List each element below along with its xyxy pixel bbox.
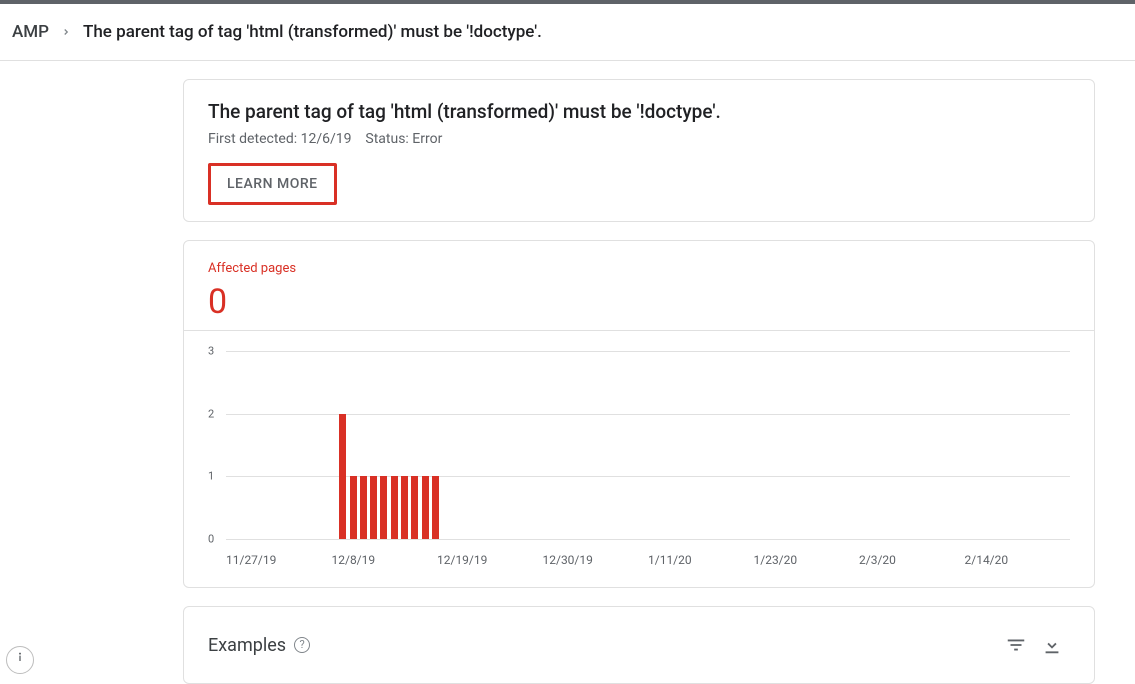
affected-pages-card: Affected pages 0 0123 11/27/1912/8/1912/…	[183, 240, 1095, 588]
breadcrumb: AMP The parent tag of tag 'html (transfo…	[0, 4, 1135, 61]
bar	[432, 476, 439, 539]
breadcrumb-title: The parent tag of tag 'html (transformed…	[83, 22, 542, 42]
breadcrumb-root[interactable]: AMP	[12, 22, 49, 42]
filter-button[interactable]	[998, 627, 1034, 663]
download-button[interactable]	[1034, 627, 1070, 663]
grid-line	[226, 539, 1070, 540]
x-tick: 1/11/20	[648, 553, 754, 567]
y-tick: 3	[208, 345, 214, 358]
bar	[380, 476, 387, 539]
bar	[360, 476, 367, 539]
bar	[339, 414, 346, 539]
y-tick: 2	[208, 407, 214, 420]
y-tick: 1	[208, 470, 214, 483]
examples-title: Examples	[208, 635, 286, 656]
bar-chart: 0123	[208, 351, 1070, 539]
affected-count: 0	[208, 282, 1070, 322]
chart-wrap: 0 1 2 3 11/27/1912/8/1912/19/1912/30/191/11…	[184, 330, 1094, 587]
affected-section: Affected pages 0	[184, 241, 1094, 330]
first-detected-value: 12/6/19	[301, 131, 352, 147]
bar	[350, 476, 357, 539]
learn-more-button[interactable]: LEARN MORE	[211, 166, 334, 202]
x-axis-ticks: 11/27/1912/8/1912/19/1912/30/191/11/201/…	[208, 553, 1070, 567]
y-tick: 0	[208, 533, 214, 546]
examples-card: Examples ?	[183, 606, 1095, 684]
bar	[401, 476, 408, 539]
x-tick: 2/14/20	[965, 553, 1071, 567]
issue-title: The parent tag of tag 'html (transformed…	[208, 100, 1070, 123]
bar	[422, 476, 429, 539]
bar	[391, 476, 398, 539]
status-label: Status:	[365, 131, 408, 147]
issue-card: The parent tag of tag 'html (transformed…	[183, 79, 1095, 222]
first-detected-label: First detected:	[208, 131, 297, 147]
examples-header: Examples ?	[184, 607, 1094, 683]
affected-label: Affected pages	[208, 261, 1070, 276]
info-button[interactable]	[6, 646, 34, 674]
x-tick: 12/8/19	[332, 553, 438, 567]
x-tick: 12/30/19	[543, 553, 649, 567]
help-icon[interactable]: ?	[294, 637, 310, 653]
bar	[411, 476, 418, 539]
x-tick: 1/23/20	[754, 553, 860, 567]
learn-more-highlight: LEARN MORE	[208, 163, 337, 205]
card-header: The parent tag of tag 'html (transformed…	[184, 80, 1094, 221]
issue-meta: First detected: 12/6/19 Status: Error	[208, 131, 1070, 147]
x-tick: 12/19/19	[437, 553, 543, 567]
content: The parent tag of tag 'html (transformed…	[0, 61, 1135, 684]
x-tick: 2/3/20	[859, 553, 965, 567]
chevron-right-icon	[61, 22, 71, 42]
bar	[370, 476, 377, 539]
x-tick: 11/27/19	[226, 553, 332, 567]
bars-container	[226, 351, 1070, 539]
status-value: Error	[412, 131, 442, 147]
